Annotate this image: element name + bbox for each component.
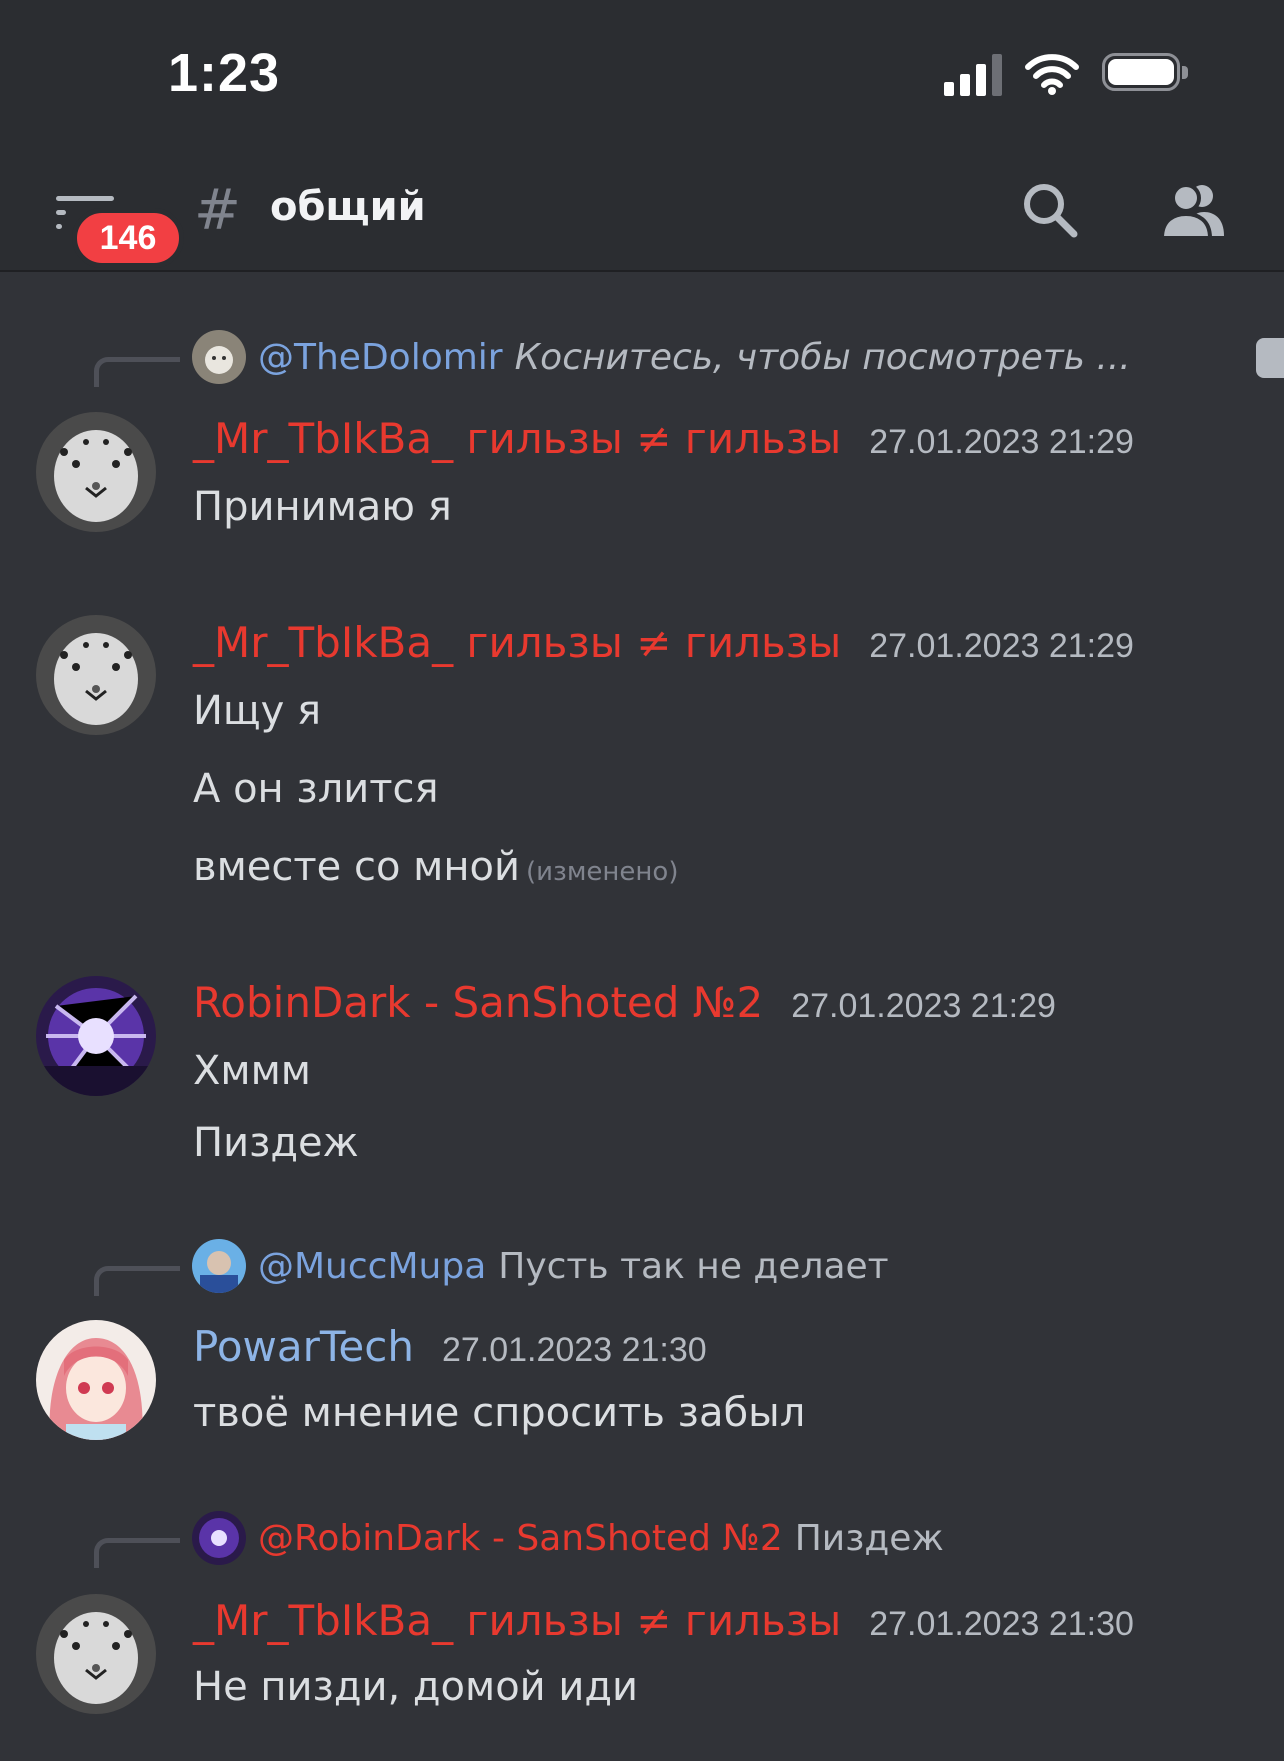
avatar[interactable] bbox=[36, 412, 156, 532]
channel-title[interactable]: общий bbox=[270, 184, 426, 230]
reply-mention[interactable]: @RobinDark - SanShoted №2 bbox=[258, 1518, 783, 1559]
author-name[interactable]: RobinDark - SanShoted №2 bbox=[193, 978, 763, 1027]
reply-connector bbox=[94, 1266, 180, 1296]
author-name[interactable]: _Mr_TbIkBa_ гильзы ≠ гильзы bbox=[193, 618, 841, 667]
search-icon[interactable] bbox=[1020, 180, 1080, 240]
message-list[interactable]: @TheDolomir Коснитесь, чтобы посмотреть … bbox=[0, 272, 1284, 1761]
author-name[interactable]: _Mr_TbIkBa_ гильзы ≠ гильзы bbox=[193, 414, 841, 463]
channel-hash-icon: # bbox=[194, 178, 241, 243]
reply-connector bbox=[94, 1538, 180, 1568]
message-header: PowarTech 27.01.2023 21:30 bbox=[193, 1322, 707, 1371]
message-header: _Mr_TbIkBa_ гильзы ≠ гильзы 27.01.2023 2… bbox=[193, 618, 1134, 667]
message-text: А он злится bbox=[193, 766, 439, 812]
unread-badge: 146 bbox=[72, 208, 184, 268]
message-timestamp: 27.01.2023 21:29 bbox=[791, 987, 1056, 1025]
message-timestamp: 27.01.2023 21:30 bbox=[869, 1605, 1134, 1643]
message-text: вместе со мной (изменено) bbox=[193, 844, 678, 890]
channel-header: 146 # общий bbox=[0, 150, 1284, 272]
battery-icon bbox=[1102, 53, 1188, 95]
avatar[interactable] bbox=[36, 615, 156, 735]
message-text: Не пизди, домой иди bbox=[193, 1664, 639, 1710]
status-icons bbox=[944, 52, 1188, 96]
message-text: твоё мнение спросить забыл bbox=[193, 1390, 806, 1436]
status-bar: 1:23 bbox=[0, 0, 1284, 150]
reply-preview[interactable]: @MuccMupa Пусть так не делает bbox=[192, 1239, 889, 1293]
author-name[interactable]: PowarTech bbox=[193, 1322, 414, 1371]
message-text: Пиздеж bbox=[193, 1120, 359, 1166]
reply-text: Пусть так не делает bbox=[498, 1245, 889, 1287]
image-icon bbox=[1256, 338, 1284, 378]
menu-button[interactable]: 146 bbox=[52, 188, 184, 268]
message-text-line: вместе со мной bbox=[193, 844, 520, 890]
reply-preview[interactable]: @TheDolomir Коснитесь, чтобы посмотреть … bbox=[192, 330, 1131, 384]
reply-text: Пиздеж bbox=[794, 1517, 944, 1559]
message-text: Хммм bbox=[193, 1048, 311, 1094]
status-clock: 1:23 bbox=[168, 43, 281, 103]
reply-avatar bbox=[192, 330, 246, 384]
message-header: RobinDark - SanShoted №2 27.01.2023 21:2… bbox=[193, 978, 1056, 1027]
author-name[interactable]: _Mr_TbIkBa_ гильзы ≠ гильзы bbox=[193, 1596, 841, 1645]
reply-text: Коснитесь, чтобы посмотреть ... bbox=[514, 336, 1131, 378]
reply-preview[interactable]: @RobinDark - SanShoted №2 Пиздеж bbox=[192, 1511, 944, 1565]
menu-icon bbox=[56, 196, 114, 201]
message-timestamp: 27.01.2023 21:30 bbox=[441, 1331, 707, 1369]
reply-mention[interactable]: @MuccMupa bbox=[258, 1246, 486, 1287]
reply-avatar bbox=[192, 1239, 246, 1293]
message-timestamp: 27.01.2023 21:29 bbox=[869, 627, 1134, 665]
reply-mention[interactable]: @TheDolomir bbox=[258, 337, 503, 378]
reply-connector bbox=[94, 357, 180, 387]
avatar[interactable] bbox=[36, 1320, 156, 1440]
reply-avatar bbox=[192, 1511, 246, 1565]
members-icon[interactable] bbox=[1160, 180, 1226, 240]
avatar[interactable] bbox=[36, 976, 156, 1096]
message-text: Принимаю я bbox=[193, 484, 452, 530]
message-header: _Mr_TbIkBa_ гильзы ≠ гильзы 27.01.2023 2… bbox=[193, 1596, 1134, 1645]
cellular-signal-icon bbox=[944, 52, 1002, 96]
message-timestamp: 27.01.2023 21:29 bbox=[869, 423, 1134, 461]
message-header: _Mr_TbIkBa_ гильзы ≠ гильзы 27.01.2023 2… bbox=[193, 414, 1134, 463]
edited-label: (изменено) bbox=[525, 857, 679, 887]
avatar[interactable] bbox=[36, 1594, 156, 1714]
wifi-icon bbox=[1025, 54, 1079, 95]
message-text: Ищу я bbox=[193, 688, 322, 734]
